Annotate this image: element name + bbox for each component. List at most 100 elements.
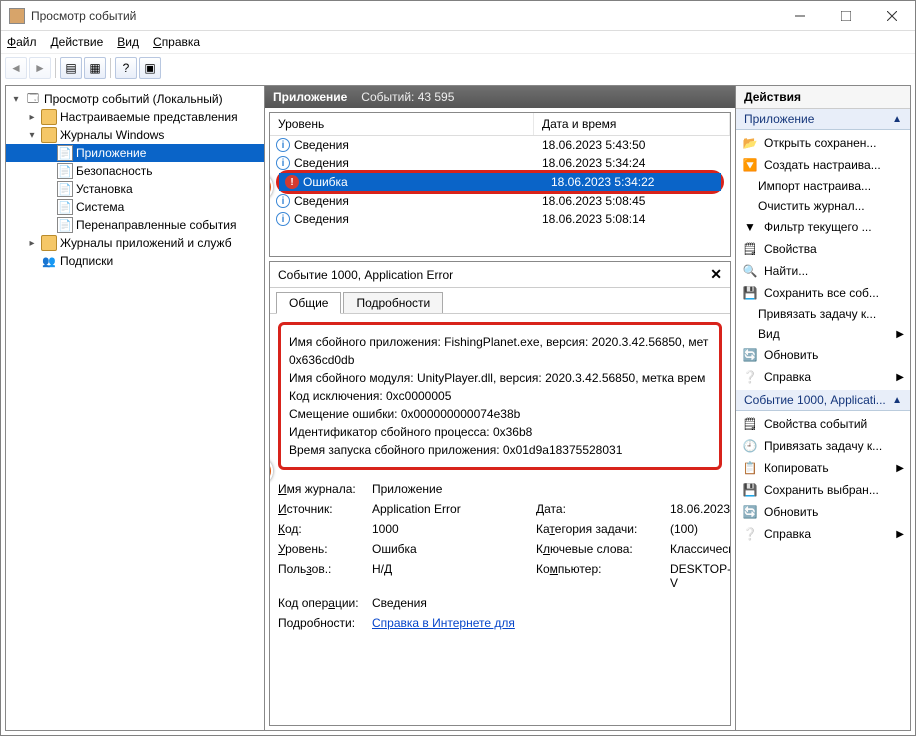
- col-level-header[interactable]: Уровень: [270, 113, 534, 135]
- action-refresh[interactable]: 🔄Обновить: [736, 344, 910, 366]
- log-icon: 📄: [57, 181, 73, 197]
- user-label: Пользов.:: [278, 562, 368, 590]
- forward-button[interactable]: ►: [29, 57, 51, 79]
- event-list: Уровень Дата и время iСведения 18.06.202…: [269, 112, 731, 257]
- eventvwr-icon: 🗔: [25, 91, 41, 107]
- log-icon: 📄: [57, 217, 73, 233]
- highlight-2: 2 Имя сбойного приложения: FishingPlanet…: [278, 322, 722, 470]
- table-row-selected[interactable]: !Ошибка 18.06.2023 5:34:22: [279, 173, 721, 191]
- tree-subscriptions[interactable]: 👥Подписки: [6, 252, 264, 270]
- morehelp-label: Подробности:: [278, 616, 368, 630]
- chevron-right-icon: ▶: [896, 463, 904, 474]
- center-pane: Приложение Событий: 43 595 Уровень Дата …: [265, 85, 736, 731]
- action-open-saved[interactable]: 📂Открыть сохранен...: [736, 132, 910, 154]
- panel-header: Приложение Событий: 43 595: [265, 86, 735, 108]
- toolbar-btn-4[interactable]: ▣: [139, 57, 161, 79]
- tree-app-service-logs[interactable]: ▸Журналы приложений и служб: [6, 234, 264, 252]
- chevron-right-icon: ▶: [896, 329, 904, 340]
- cat-label: Категория задачи:: [536, 522, 666, 536]
- folder-icon: [41, 127, 57, 143]
- tab-details[interactable]: Подробности: [343, 292, 443, 313]
- tree-forwarded[interactable]: 📄Перенаправленные события: [6, 216, 264, 234]
- table-row[interactable]: iСведения 18.06.2023 5:43:50: [270, 136, 730, 154]
- window-title: Просмотр событий: [31, 9, 777, 23]
- toolbar-btn-2[interactable]: ▦: [84, 57, 106, 79]
- action-copy[interactable]: 📋Копировать▶: [736, 457, 910, 479]
- opcode-label: Код операции:: [278, 596, 368, 610]
- workspace: ▾🗔Просмотр событий (Локальный) ▸Настраив…: [1, 81, 915, 735]
- action-event-properties[interactable]: 🗒Свойства событий: [736, 413, 910, 435]
- action-help-2[interactable]: ❔Справка▶: [736, 523, 910, 545]
- action-properties[interactable]: 🗒Свойства: [736, 238, 910, 260]
- action-filter[interactable]: ▼Фильтр текущего ...: [736, 216, 910, 238]
- info-icon: i: [276, 156, 290, 170]
- date-label: Дата:: [536, 502, 666, 516]
- list-header[interactable]: Уровень Дата и время: [270, 113, 730, 136]
- keyw-label: Ключевые слова:: [536, 542, 666, 556]
- refresh-icon: 🔄: [742, 347, 758, 363]
- toolbar: ◄ ► ▤ ▦ ? ▣: [1, 53, 915, 81]
- badge-2: 2: [270, 457, 273, 485]
- cat-value: (100): [670, 522, 730, 536]
- help-online-link[interactable]: Справка в Интернете для: [372, 616, 515, 630]
- action-help[interactable]: ❔Справка▶: [736, 366, 910, 388]
- filter-icon: ▼: [742, 219, 758, 235]
- user-value: Н/Д: [372, 562, 532, 590]
- menu-action[interactable]: Действие: [51, 35, 104, 49]
- info-icon: i: [276, 212, 290, 226]
- tree-custom-views[interactable]: ▸Настраиваемые представления: [6, 108, 264, 126]
- find-icon: 🔍: [742, 263, 758, 279]
- info-icon: i: [276, 194, 290, 208]
- list-body[interactable]: iСведения 18.06.2023 5:43:50 iСведения 1…: [270, 136, 730, 256]
- back-button[interactable]: ◄: [5, 57, 27, 79]
- meta-grid: Имя журнала: Приложение Источник: Applic…: [278, 482, 722, 630]
- maximize-button[interactable]: [823, 1, 869, 31]
- table-row[interactable]: iСведения 18.06.2023 5:08:45: [270, 192, 730, 210]
- tree-pane[interactable]: ▾🗔Просмотр событий (Локальный) ▸Настраив…: [5, 85, 265, 731]
- save-icon: 💾: [742, 482, 758, 498]
- toolbar-separator: [55, 58, 56, 78]
- action-attach-task[interactable]: Привязать задачу к...: [736, 304, 910, 324]
- menu-view[interactable]: Вид: [117, 35, 139, 49]
- toolbar-btn-3[interactable]: ?: [115, 57, 137, 79]
- folder-icon: [41, 109, 57, 125]
- detail-line: Идентификатор сбойного процесса: 0x36b8: [289, 423, 711, 441]
- action-save-all[interactable]: 💾Сохранить все соб...: [736, 282, 910, 304]
- detail-close-button[interactable]: ✕: [710, 266, 722, 283]
- actions-section-app[interactable]: Приложение▲: [736, 109, 910, 130]
- action-find[interactable]: 🔍Найти...: [736, 260, 910, 282]
- subscriptions-icon: 👥: [41, 253, 57, 269]
- tree-security[interactable]: 📄Безопасность: [6, 162, 264, 180]
- help-icon: ❔: [742, 526, 758, 542]
- tree-windows-logs[interactable]: ▾Журналы Windows: [6, 126, 264, 144]
- tree-system[interactable]: 📄Система: [6, 198, 264, 216]
- opcode-value: Сведения: [372, 596, 532, 610]
- logname-value: Приложение: [372, 482, 532, 496]
- col-date-header[interactable]: Дата и время: [534, 113, 730, 135]
- folder-icon: [41, 235, 57, 251]
- menu-file[interactable]: Файл: [7, 35, 37, 49]
- tree-root[interactable]: ▾🗔Просмотр событий (Локальный): [6, 90, 264, 108]
- minimize-button[interactable]: [777, 1, 823, 31]
- collapse-icon: ▲: [892, 114, 902, 125]
- toolbar-btn-1[interactable]: ▤: [60, 57, 82, 79]
- action-refresh-2[interactable]: 🔄Обновить: [736, 501, 910, 523]
- action-create-custom[interactable]: 🔽Создать настраива...: [736, 154, 910, 176]
- info-icon: i: [276, 138, 290, 152]
- code-label: Код:: [278, 522, 368, 536]
- tab-general[interactable]: Общие: [276, 292, 341, 314]
- error-icon: !: [285, 175, 299, 189]
- detail-body[interactable]: 2 Имя сбойного приложения: FishingPlanet…: [270, 314, 730, 725]
- menu-help[interactable]: Справка: [153, 35, 200, 49]
- table-row[interactable]: iСведения 18.06.2023 5:08:14: [270, 210, 730, 228]
- log-icon: 📄: [57, 199, 73, 215]
- action-event-attach[interactable]: 🕘Привязать задачу к...: [736, 435, 910, 457]
- tree-application[interactable]: 📄Приложение: [6, 144, 264, 162]
- close-button[interactable]: [869, 1, 915, 31]
- tree-setup[interactable]: 📄Установка: [6, 180, 264, 198]
- actions-section-event[interactable]: Событие 1000, Applicati...▲: [736, 390, 910, 411]
- action-import-custom[interactable]: Импорт настраива...: [736, 176, 910, 196]
- action-save-selected[interactable]: 💾Сохранить выбран...: [736, 479, 910, 501]
- action-clear-log[interactable]: Очистить журнал...: [736, 196, 910, 216]
- action-view[interactable]: Вид▶: [736, 324, 910, 344]
